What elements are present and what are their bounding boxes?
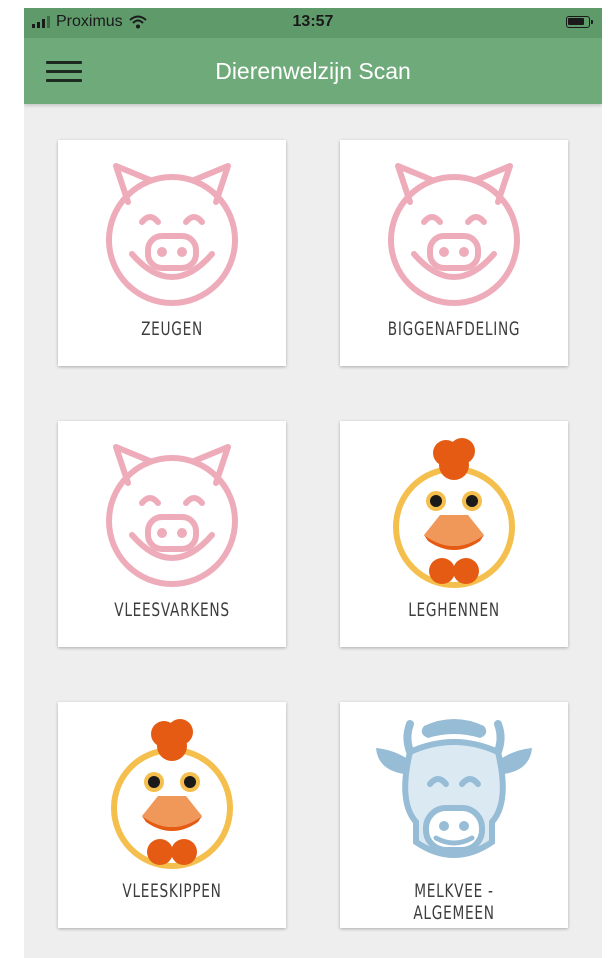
pig-icon (388, 163, 520, 306)
tile-label: LEGHENNEN (408, 599, 500, 621)
battery-icon (566, 16, 593, 28)
pig-icon (106, 163, 238, 306)
tile-label: BIGGENAFDELING (387, 318, 521, 340)
tile-label: ZEUGEN (141, 318, 203, 340)
pig-icon (106, 444, 238, 587)
tile-label: VLEESKIPPEN (122, 880, 222, 902)
chicken-icon (111, 719, 233, 869)
tile-label: VLEESVARKENS (114, 599, 230, 621)
tile-zeugen[interactable]: ZEUGEN (58, 140, 286, 366)
tile-label: MELKVEE - ALGEMEEN (413, 880, 495, 924)
status-bar: Proximus 13:57 (24, 8, 602, 38)
chicken-icon (393, 438, 515, 588)
tile-biggenafdeling[interactable]: BIGGENAFDELING (340, 140, 568, 366)
status-time: 13:57 (292, 13, 334, 30)
page-title: Dierenwelzijn Scan (215, 58, 411, 84)
tile-leghennen[interactable]: LEGHENNEN (340, 421, 568, 647)
tile-vleeskippen[interactable]: VLEESKIPPEN (58, 702, 286, 928)
tile-melkvee-algemeen[interactable]: MELKVEE - ALGEMEEN (340, 702, 568, 928)
tile-vleesvarkens[interactable]: VLEESVARKENS (58, 421, 286, 647)
app-bar: Dierenwelzijn Scan (24, 38, 602, 104)
app-screen: Proximus 13:57 Dierenwelzijn Scan ZEUGEN… (24, 8, 602, 958)
cow-icon (376, 719, 532, 858)
